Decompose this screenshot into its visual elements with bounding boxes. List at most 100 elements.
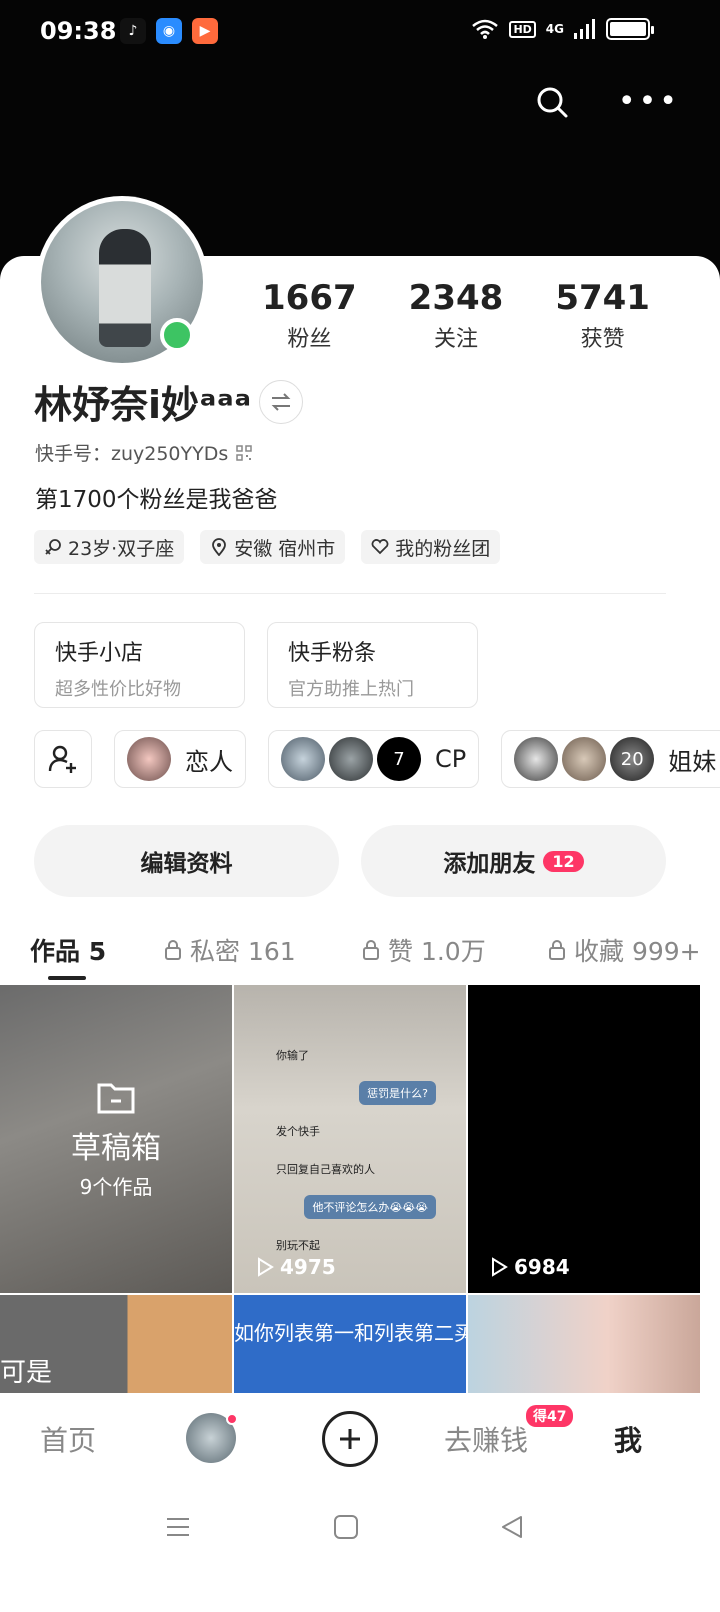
tab-works[interactable]: 作品 5 [30,932,106,968]
douyin-icon: ♪ [120,18,146,44]
play-count: 4975 [256,1255,336,1279]
folder-icon [97,1083,135,1113]
add-relation-button[interactable] [34,730,92,788]
heart-icon [371,539,389,555]
lock-icon [549,940,565,960]
works-grid: 草稿箱 9个作品 你输了 惩罚是什么? 发个快手 只回复自己喜欢的人 他不评论怎… [0,985,720,1395]
kuaishou-icon: ▶ [192,18,218,44]
edit-profile-button[interactable]: 编辑资料 [34,825,339,897]
browser-icon: ◉ [156,18,182,44]
earn-badge: 得47 [526,1405,574,1427]
battery-icon [606,18,654,40]
status-bar: 09:38 ♪ ◉ ▶ HD 4G [0,0,720,64]
qr-code-icon [236,444,253,461]
relation-sisters[interactable]: 20 姐妹 [501,730,720,788]
tag-location: 安徽 宿州市 [200,530,346,564]
action-buttons: 编辑资料 添加朋友 12 [34,825,666,897]
chat-line: 他不评论怎么办😭😭😭 [304,1195,436,1219]
status-app-icons: ♪ ◉ ▶ [120,18,218,44]
play-count: 6984 [490,1255,570,1279]
nav-earn[interactable]: 去赚钱 [444,1419,528,1459]
chat-line: 你输了 [276,1049,309,1062]
back-icon[interactable] [498,1513,526,1541]
swap-icon [271,392,291,411]
stat-label: 粉丝 [287,327,332,353]
video-caption: 可是 [0,1358,53,1388]
menu-icon[interactable] [164,1513,192,1541]
relation-lover[interactable]: 恋人 [114,730,246,788]
status-indicators: HD 4G [471,18,654,40]
plus-icon [340,1429,360,1449]
video-tile[interactable]: 你输了 惩罚是什么? 发个快手 只回复自己喜欢的人 他不评论怎么办😭😭😭 别玩不… [234,985,466,1293]
create-button[interactable] [322,1411,378,1467]
stat-label: 关注 [433,327,478,353]
hd-indicator: HD [509,20,536,38]
play-icon [258,1257,274,1277]
nav-home[interactable]: 首页 [40,1419,96,1459]
tag-fan-club[interactable]: 我的粉丝团 [361,530,501,564]
stat-following[interactable]: 2348 关注 [408,278,504,353]
home-icon[interactable] [332,1513,360,1541]
relation-cp[interactable]: 7 CP [268,730,480,788]
shop-title: 快手粉条 [288,641,377,666]
shop-card-store[interactable]: 快手小店 超多性价比好物 [34,622,245,708]
stat-value: 2348 [408,278,504,318]
stat-followers[interactable]: 1667 粉丝 [262,278,357,353]
more-icon[interactable]: ••• [618,87,680,117]
avatar [127,737,171,781]
stat-likes[interactable]: 5741 获赞 [555,279,650,353]
shop-title: 快手小店 [55,641,144,666]
nav-me[interactable]: 我 [614,1419,642,1459]
video-tile[interactable] [468,1295,700,1395]
stat-label: 获赞 [580,327,625,353]
play-icon [492,1257,508,1277]
search-icon[interactable] [534,84,570,120]
avatar: 7 [377,737,421,781]
play-count-value: 4975 [280,1255,336,1279]
video-tile[interactable]: 可是 [0,1295,232,1395]
tag-text: 我的粉丝团 [395,537,491,560]
switch-account-button[interactable] [259,379,304,424]
active-tab-indicator [48,976,86,980]
tag-age: 23岁·双子座 [34,530,185,564]
bottom-nav: 首页 去赚钱 得47 我 [0,1393,720,1485]
gender-icon [45,539,61,555]
tab-favorites[interactable]: 收藏 999+ [548,932,701,968]
draft-box-tile[interactable]: 草稿箱 9个作品 [0,985,232,1293]
relation-row: 恋人 7 CP 20 姐妹 [34,730,720,788]
online-status-dot [160,318,194,352]
shop-subtitle: 超多性价比好物 [55,679,181,700]
signal-icon [574,19,595,39]
profile-name: 林妤奈i妙ᵃᵃᵃ [34,383,252,427]
video-tile[interactable]: 6984 [468,985,700,1293]
lock-icon [363,940,379,960]
kuaishou-id: 快手号：zuy250YYDs [35,443,229,465]
avatar [329,737,373,781]
add-friend-button[interactable]: 添加朋友 12 [361,825,666,897]
tab-likes[interactable]: 赞 1.0万 [362,932,486,968]
tab-label: 收藏 999+ [574,937,701,966]
kuaishou-id-row[interactable]: 快手号：zuy250YYDs [35,439,253,466]
profile-tags: 23岁·双子座 安徽 宿州市 我的粉丝团 [34,530,501,564]
relation-label: 恋人 [185,747,233,776]
tag-text: 23岁·双子座 [68,537,175,560]
avatar [514,737,559,781]
chat-line: 惩罚是什么? [359,1081,436,1105]
add-friend-badge: 12 [543,850,584,872]
shop-subtitle: 官方助推上热门 [288,679,414,700]
avatar [281,737,325,781]
video-tile[interactable]: 如你列表第一和列表第二买 [234,1295,466,1395]
shop-card-promote[interactable]: 快手粉条 官方助推上热门 [267,622,478,708]
profile-stats: 1667 粉丝 2348 关注 5741 获赞 [236,278,676,353]
play-count-value: 6984 [514,1255,570,1279]
profile-bio: 第1700个粉丝是我爸爸 [35,487,278,513]
tag-text: 安徽 宿州市 [234,537,336,560]
name-row: 林妤奈i妙ᵃᵃᵃ [34,374,304,429]
chat-line: 别玩不起 [276,1239,320,1252]
avatar [562,737,607,781]
stat-value: 1667 [262,278,357,318]
button-label: 添加朋友 [443,851,536,877]
add-user-icon [48,745,76,773]
draft-count: 9个作品 [79,1174,153,1199]
tab-private[interactable]: 私密 161 [164,932,296,968]
